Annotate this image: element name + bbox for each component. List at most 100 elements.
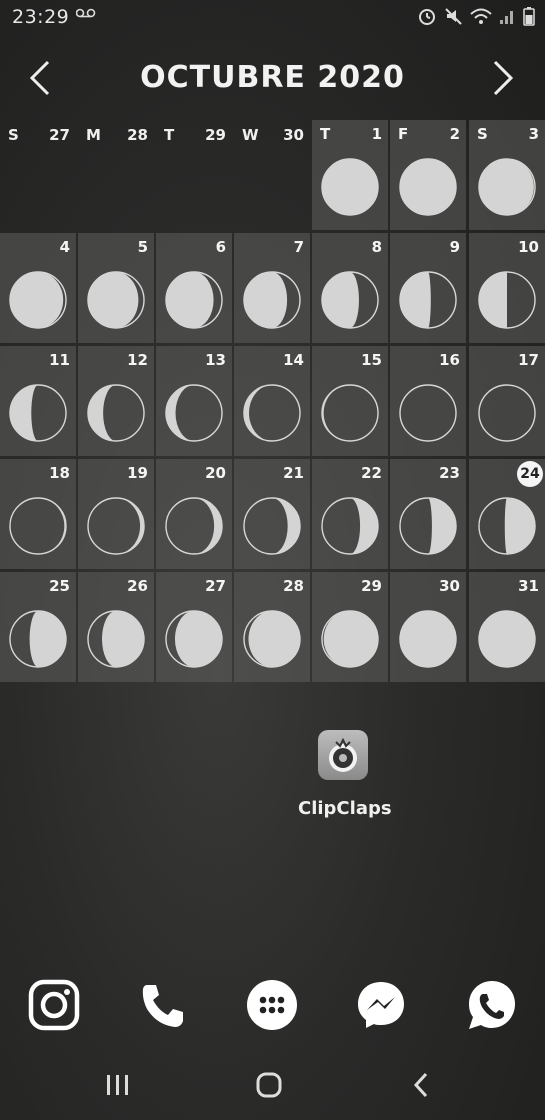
day-cell[interactable]: 11 bbox=[0, 346, 76, 456]
home-button[interactable] bbox=[254, 1070, 284, 1100]
moon-phase-icon bbox=[478, 158, 536, 216]
whatsapp-icon[interactable] bbox=[466, 979, 518, 1031]
day-cell[interactable]: 20 bbox=[156, 459, 232, 569]
day-cell[interactable]: 5 bbox=[78, 233, 154, 343]
clipclaps-app[interactable]: ClipClaps bbox=[298, 730, 392, 819]
day-number: 8 bbox=[371, 238, 382, 256]
moon-phase-icon bbox=[478, 384, 536, 442]
day-number: 27 bbox=[205, 577, 226, 595]
day-number: 29 bbox=[361, 577, 382, 595]
day-cell[interactable]: 30 bbox=[390, 572, 466, 682]
instagram-icon[interactable] bbox=[28, 979, 80, 1031]
wifi-icon bbox=[470, 8, 492, 24]
day-cell[interactable]: S3 bbox=[469, 120, 545, 230]
day-cell[interactable]: 13 bbox=[156, 346, 232, 456]
day-number: 15 bbox=[361, 351, 382, 369]
moon-phase-icon bbox=[321, 384, 379, 442]
day-cell[interactable]: 21 bbox=[234, 459, 310, 569]
moon-phase-icon bbox=[321, 158, 379, 216]
phone-icon[interactable] bbox=[137, 979, 189, 1031]
day-number: 5 bbox=[137, 238, 148, 256]
day-number: 22 bbox=[361, 464, 382, 482]
day-cell[interactable]: 28 bbox=[234, 572, 310, 682]
day-cell[interactable]: 6 bbox=[156, 233, 232, 343]
day-cell[interactable]: 23 bbox=[390, 459, 466, 569]
day-cell[interactable]: 29 bbox=[312, 572, 388, 682]
day-number: 10 bbox=[518, 238, 539, 256]
day-cell[interactable]: 4 bbox=[0, 233, 76, 343]
day-number: 18 bbox=[49, 464, 70, 482]
clipclaps-icon bbox=[318, 730, 368, 780]
day-cell[interactable]: 8 bbox=[312, 233, 388, 343]
weekday-header: S 27 bbox=[0, 120, 76, 144]
alarm-icon bbox=[419, 9, 435, 25]
prev-month-day: 30 bbox=[283, 126, 304, 144]
prev-month-day: 27 bbox=[49, 126, 70, 144]
day-number: 25 bbox=[49, 577, 70, 595]
day-number: 2 bbox=[449, 125, 460, 143]
clock: 23:29 bbox=[12, 6, 70, 28]
moon-phase-icon bbox=[165, 384, 223, 442]
moon-phase-icon bbox=[321, 271, 379, 329]
day-cell[interactable]: 17 bbox=[469, 346, 545, 456]
weekday-label: M bbox=[86, 126, 101, 144]
day-cell[interactable]: 31 bbox=[469, 572, 545, 682]
moon-phase-icon bbox=[165, 610, 223, 668]
moon-phase-icon bbox=[165, 271, 223, 329]
day-cell[interactable]: 19 bbox=[78, 459, 154, 569]
moon-phase-icon bbox=[243, 610, 301, 668]
weekday-label: S bbox=[477, 125, 488, 143]
weekday-header: W 30 bbox=[234, 120, 310, 144]
next-month-arrow-icon[interactable] bbox=[485, 58, 519, 98]
moon-phase-icon bbox=[243, 271, 301, 329]
day-cell[interactable]: 24 bbox=[469, 459, 545, 569]
day-number: 31 bbox=[518, 577, 539, 595]
moon-phase-icon bbox=[399, 158, 457, 216]
moon-phase-icon bbox=[243, 497, 301, 555]
moon-phase-icon bbox=[478, 610, 536, 668]
day-cell[interactable]: 9 bbox=[390, 233, 466, 343]
messenger-icon[interactable] bbox=[355, 979, 407, 1031]
day-number: 19 bbox=[127, 464, 148, 482]
day-cell[interactable]: 14 bbox=[234, 346, 310, 456]
weekday-header: M 28 bbox=[78, 120, 154, 144]
weekday-label: F bbox=[398, 125, 409, 143]
day-cell[interactable]: 12 bbox=[78, 346, 154, 456]
day-cell[interactable]: 25 bbox=[0, 572, 76, 682]
back-button[interactable] bbox=[407, 1070, 437, 1100]
day-cell[interactable]: 15 bbox=[312, 346, 388, 456]
day-number: 17 bbox=[518, 351, 539, 369]
moon-phase-icon bbox=[478, 497, 536, 555]
dock bbox=[0, 975, 545, 1035]
moon-phase-icon bbox=[399, 610, 457, 668]
day-cell[interactable]: F2 bbox=[390, 120, 466, 230]
moon-phase-icon bbox=[87, 610, 145, 668]
status-bar: 23:29 bbox=[0, 0, 545, 36]
day-cell[interactable]: 22 bbox=[312, 459, 388, 569]
battery-icon bbox=[523, 7, 535, 26]
day-cell[interactable]: 10 bbox=[469, 233, 545, 343]
day-cell[interactable]: 16 bbox=[390, 346, 466, 456]
day-number: 12 bbox=[127, 351, 148, 369]
day-cell[interactable]: 18 bbox=[0, 459, 76, 569]
day-cell[interactable]: 27 bbox=[156, 572, 232, 682]
day-number: 26 bbox=[127, 577, 148, 595]
moon-calendar-grid: S 27 M 28 T 29 W 30 T 1 F 2 S 3 4 5 6 7 8 9 10 11 12 13 14 15 16 17… bbox=[0, 120, 545, 683]
day-cell[interactable]: 7 bbox=[234, 233, 310, 343]
day-cell[interactable]: 26 bbox=[78, 572, 154, 682]
weekday-label: T bbox=[164, 126, 175, 144]
day-number: 14 bbox=[283, 351, 304, 369]
day-cell[interactable]: T1 bbox=[312, 120, 388, 230]
recents-button[interactable] bbox=[103, 1070, 133, 1100]
moon-phase-icon bbox=[399, 384, 457, 442]
prev-month-day: 29 bbox=[205, 126, 226, 144]
mute-icon bbox=[445, 8, 462, 25]
moon-phase-icon bbox=[321, 610, 379, 668]
apps-icon[interactable] bbox=[246, 979, 298, 1031]
day-number: 21 bbox=[283, 464, 304, 482]
weekday-header: T 29 bbox=[156, 120, 232, 144]
day-number: 23 bbox=[439, 464, 460, 482]
moon-phase-icon bbox=[243, 384, 301, 442]
day-number: 30 bbox=[439, 577, 460, 595]
calendar-header: OCTUBRE 2020 bbox=[0, 52, 545, 108]
